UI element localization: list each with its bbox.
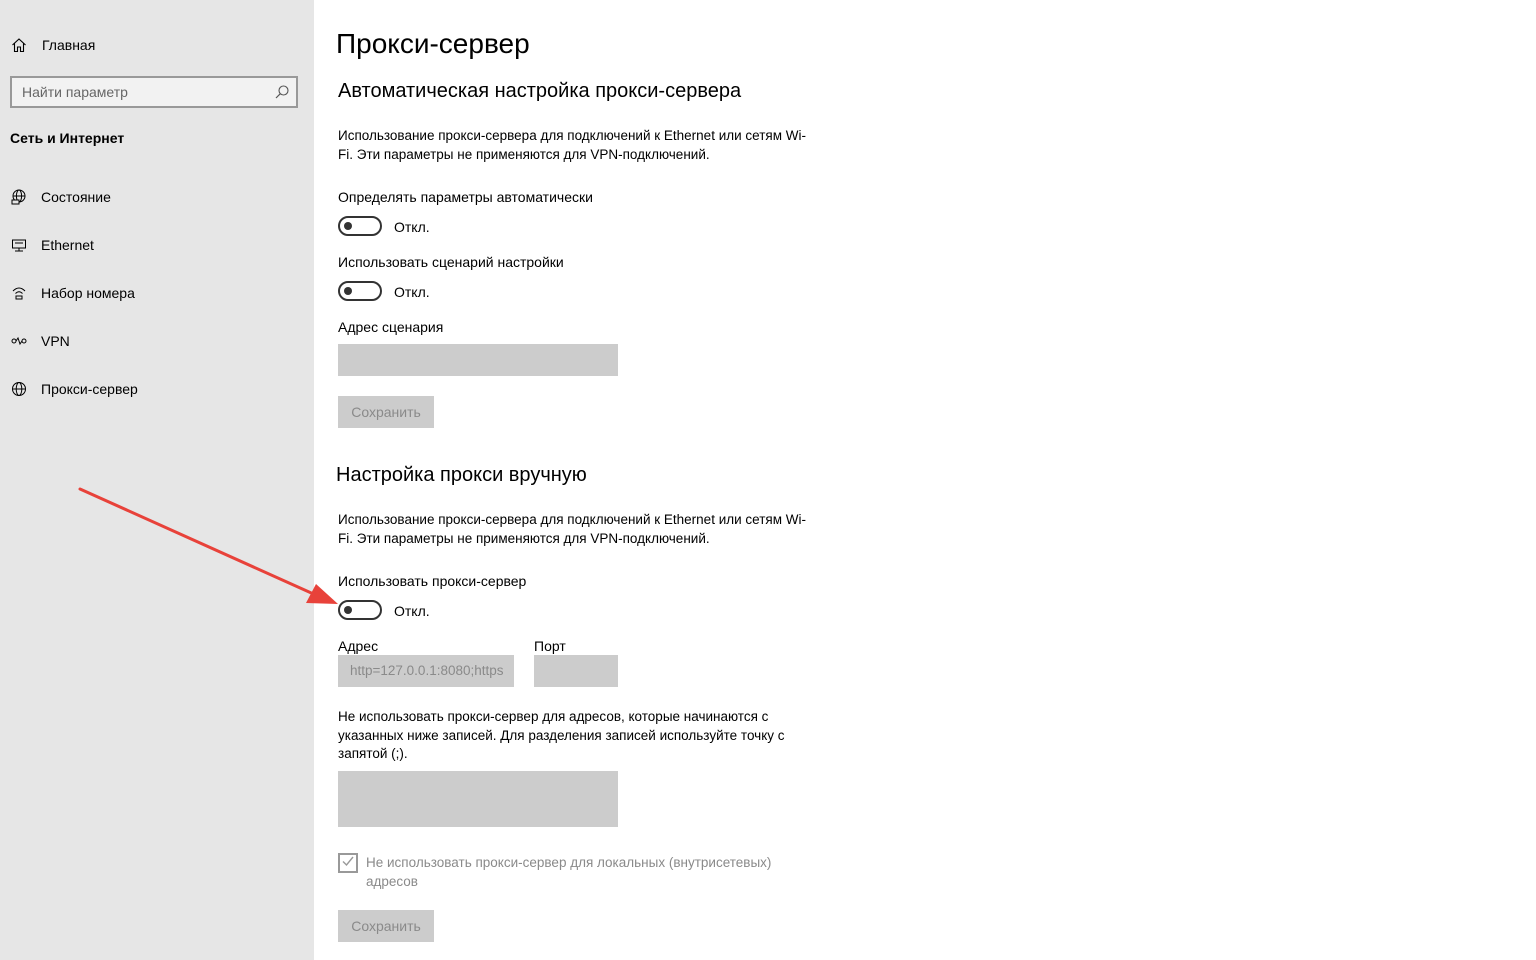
home-icon	[10, 36, 28, 54]
setup-script-toggle[interactable]	[338, 281, 382, 301]
dialup-icon	[10, 284, 28, 302]
use-proxy-label: Использовать прокси-сервер	[338, 573, 527, 589]
page-title: Прокси-сервер	[336, 28, 530, 59]
proxy-address-label: Адрес	[338, 638, 379, 654]
sidebar-item-label: Ethernet	[41, 237, 94, 253]
manual-proxy-heading: Настройка прокси вручную	[336, 464, 587, 486]
sidebar-item-label: Состояние	[41, 189, 111, 205]
toggle-knob	[344, 222, 352, 230]
vpn-icon	[10, 332, 28, 350]
globe-icon	[10, 380, 28, 398]
toggle-knob	[344, 606, 352, 614]
toggle-knob	[344, 287, 352, 295]
sidebar-item-status[interactable]: Состояние	[10, 186, 111, 208]
proxy-address-field[interactable]: http=127.0.0.1:8080;https	[338, 655, 514, 687]
home-label: Главная	[42, 37, 96, 53]
exceptions-description: Не использовать прокси-сервер для адресо…	[338, 709, 785, 761]
checkmark-icon	[341, 854, 355, 873]
use-proxy-toggle[interactable]	[338, 600, 382, 620]
detect-settings-state: Откл.	[394, 219, 430, 235]
proxy-port-field[interactable]	[534, 655, 618, 687]
exceptions-field[interactable]	[338, 771, 618, 827]
globe-status-icon	[10, 188, 28, 206]
main-content: Прокси-сервер Автоматическая настройка п…	[314, 0, 1536, 960]
script-address-field[interactable]	[338, 344, 618, 376]
sidebar-item-label: VPN	[41, 333, 70, 349]
manual-save-button[interactable]: Сохранить	[338, 910, 434, 942]
proxy-address-value: http=127.0.0.1:8080;https	[350, 663, 504, 678]
sidebar-item-proxy[interactable]: Прокси-сервер	[10, 378, 138, 400]
setup-script-state: Откл.	[394, 284, 430, 300]
search-input[interactable]: Найти параметр	[10, 76, 298, 108]
proxy-port-label: Порт	[534, 638, 566, 654]
sidebar-item-label: Прокси-сервер	[41, 381, 138, 397]
local-bypass-label: Не использовать прокси-сервер для локаль…	[366, 855, 772, 889]
sidebar-item-dialup[interactable]: Набор номера	[10, 282, 135, 304]
detect-settings-toggle[interactable]	[338, 216, 382, 236]
sidebar-item-ethernet[interactable]: Ethernet	[10, 234, 94, 256]
sidebar-section-title: Сеть и Интернет	[10, 130, 125, 146]
search-placeholder: Найти параметр	[22, 84, 128, 100]
script-address-label: Адрес сценария	[338, 319, 444, 335]
auto-proxy-description: Использование прокси-сервера для подключ…	[338, 128, 806, 162]
detect-settings-label: Определять параметры автоматически	[338, 189, 593, 205]
sidebar-item-label: Набор номера	[41, 285, 135, 301]
auto-proxy-heading: Автоматическая настройка прокси-сервера	[338, 80, 742, 102]
search-icon[interactable]	[274, 84, 290, 100]
setup-script-label: Использовать сценарий настройки	[338, 254, 564, 270]
sidebar-item-vpn[interactable]: VPN	[10, 330, 70, 352]
local-bypass-checkbox[interactable]	[338, 853, 358, 873]
manual-proxy-description: Использование прокси-сервера для подключ…	[338, 512, 806, 546]
use-proxy-state: Откл.	[394, 603, 430, 619]
home-nav-item[interactable]: Главная	[10, 34, 95, 56]
ethernet-icon	[10, 236, 28, 254]
sidebar: Главная Найти параметр Сеть и Интернет С…	[0, 0, 314, 960]
auto-save-button[interactable]: Сохранить	[338, 396, 434, 428]
